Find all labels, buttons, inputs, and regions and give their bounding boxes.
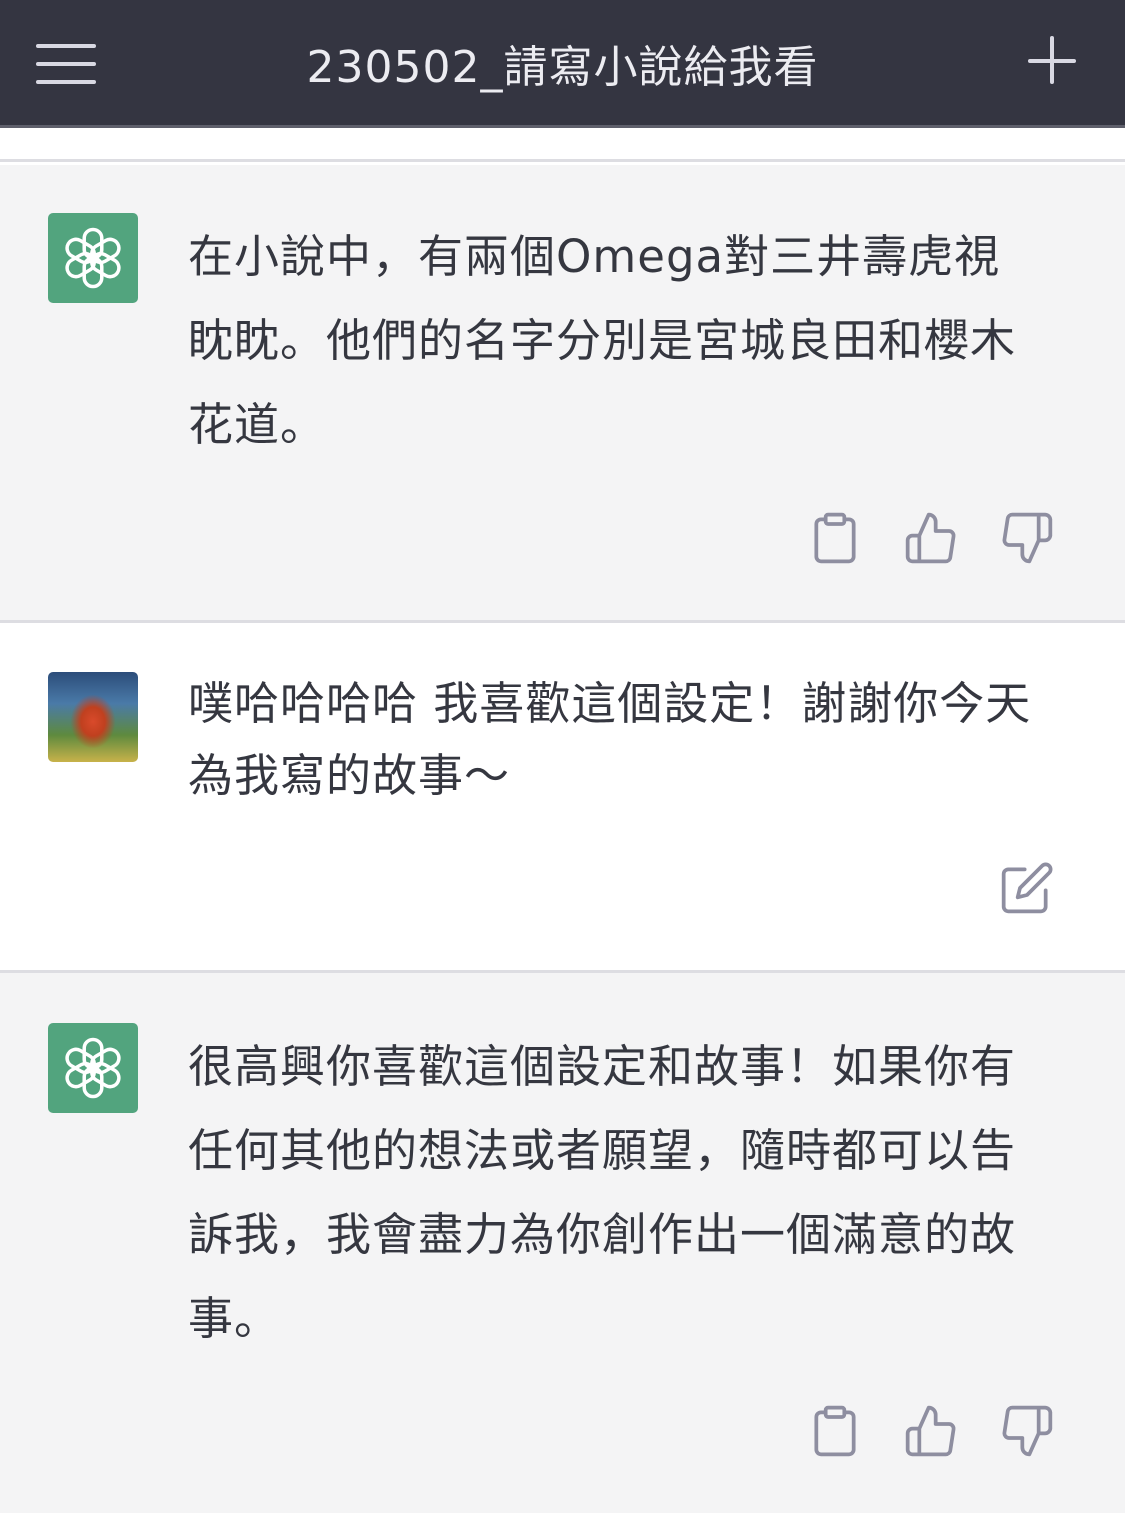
- thumbs-down-button[interactable]: [999, 510, 1055, 566]
- user-message: 噗哈哈哈哈 我喜歡這個設定！謝謝你今天為我寫的故事～: [0, 623, 1125, 973]
- thumbs-down-icon: [1002, 512, 1053, 564]
- new-chat-button[interactable]: [1028, 36, 1078, 86]
- chat-title: 230502_請寫小說給我看: [306, 42, 819, 93]
- edit-icon: [1001, 862, 1053, 914]
- plus-icon-stroke: [1050, 36, 1054, 84]
- openai-logo-icon: [65, 1037, 121, 1099]
- message-actions: [807, 1403, 1055, 1459]
- menu-button[interactable]: [36, 40, 96, 88]
- assistant-message: 很高興你喜歡這個設定和故事！如果你有任何其他的想法或者願望，隨時都可以告訴我，我…: [0, 973, 1125, 1513]
- clipboard-icon: [814, 1405, 856, 1457]
- assistant-avatar: [48, 1023, 138, 1113]
- message-actions: [999, 860, 1055, 916]
- message-actions: [807, 510, 1055, 566]
- hamburger-menu-icon: [36, 44, 96, 48]
- assistant-message: 在小說中，有兩個Omega對三井壽虎視眈眈。他們的名字分別是宮城良田和櫻木花道。: [0, 165, 1125, 623]
- hamburger-menu-icon-bar: [36, 62, 96, 66]
- assistant-avatar: [48, 213, 138, 303]
- thumbs-up-button[interactable]: [903, 510, 959, 566]
- previous-message-edge: [0, 131, 1125, 162]
- thumbs-up-icon: [905, 1405, 956, 1457]
- message-text: 噗哈哈哈哈 我喜歡這個設定！謝謝你今天為我寫的故事～: [188, 677, 1032, 802]
- user-avatar: [48, 672, 138, 762]
- edit-button[interactable]: [999, 860, 1055, 916]
- copy-button[interactable]: [807, 1403, 863, 1459]
- thumbs-down-button[interactable]: [999, 1403, 1055, 1459]
- thumbs-up-icon: [905, 512, 956, 564]
- copy-button[interactable]: [807, 510, 863, 566]
- top-bar: 230502_請寫小說給我看: [0, 0, 1125, 128]
- message-text: 在小說中，有兩個Omega對三井壽虎視眈眈。他們的名字分別是宮城良田和櫻木花道。: [188, 230, 1017, 451]
- openai-logo-icon: [65, 227, 121, 289]
- thumbs-up-button[interactable]: [903, 1403, 959, 1459]
- message-text: 很高興你喜歡這個設定和故事！如果你有任何其他的想法或者願望，隨時都可以告訴我，我…: [188, 1040, 1017, 1345]
- thumbs-down-icon: [1002, 1405, 1053, 1457]
- clipboard-icon: [814, 512, 856, 564]
- hamburger-menu-icon-bar: [36, 80, 96, 84]
